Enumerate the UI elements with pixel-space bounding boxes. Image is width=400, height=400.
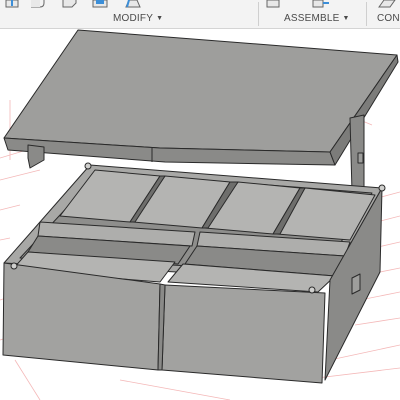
assemble-menu-label: ASSEMBLE [284,12,340,24]
group-divider [258,2,259,26]
box-model[interactable] [2,162,386,384]
group-divider [366,2,367,26]
construct-menu[interactable]: CONS [377,11,400,25]
push-pull-icon[interactable] [4,0,20,10]
lid-model[interactable] [3,29,399,193]
chevron-down-icon: ▼ [156,14,164,22]
ribbon-toolbar: MODIFY ▼ ASSEMBLE ▼ CONS [0,0,400,29]
modify-menu-label: MODIFY [113,12,154,24]
joint-icon[interactable] [312,0,330,10]
3d-viewport[interactable] [0,29,400,400]
new-component-icon[interactable] [266,0,284,10]
draft-icon[interactable] [124,0,142,10]
chamfer-icon[interactable] [62,0,78,10]
shell-icon[interactable] [92,0,110,10]
assemble-menu[interactable]: ASSEMBLE ▼ [284,11,350,25]
offset-plane-icon[interactable] [378,0,396,10]
chevron-down-icon: ▼ [342,14,350,22]
fillet-icon[interactable] [30,0,46,10]
modify-menu[interactable]: MODIFY ▼ [113,11,163,25]
construct-menu-label: CONS [377,12,400,24]
